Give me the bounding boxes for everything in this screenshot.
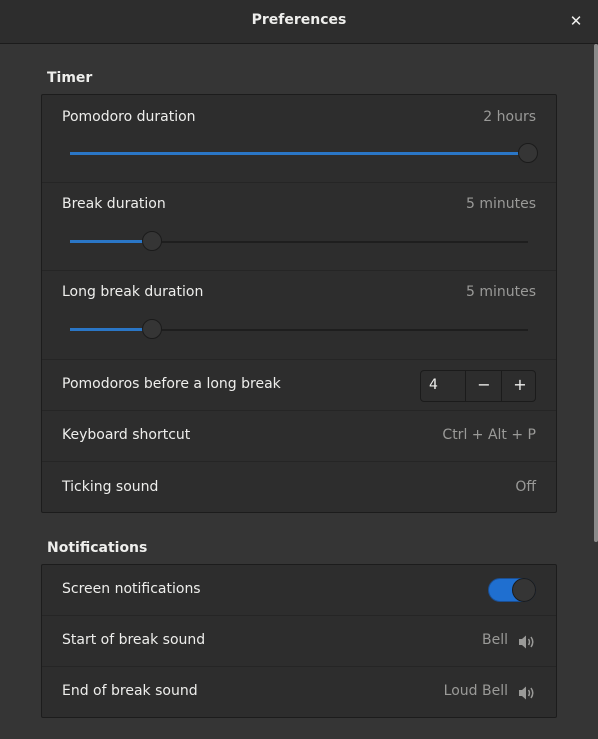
timer-list: Pomodoro duration 2 hours Break duration… xyxy=(41,94,557,513)
start-of-break-sound-value: Bell xyxy=(482,632,508,648)
slider-fill xyxy=(70,152,528,155)
pomodoro-duration-value: 2 hours xyxy=(483,109,536,125)
end-of-break-sound-label: End of break sound xyxy=(62,683,198,699)
screen-notifications-row: Screen notifications xyxy=(42,565,556,616)
pomodoro-duration-slider[interactable] xyxy=(70,143,538,165)
titlebar: Preferences ✕ xyxy=(0,0,598,44)
close-button[interactable]: ✕ xyxy=(568,11,584,31)
break-duration-value: 5 minutes xyxy=(465,196,536,212)
keyboard-shortcut-row[interactable]: Keyboard shortcut Ctrl + Alt + P xyxy=(42,411,556,462)
slider-fill xyxy=(70,328,152,331)
long-break-duration-slider[interactable] xyxy=(70,319,528,341)
pomodoros-before-long-break-row: Pomodoros before a long break 4 − + xyxy=(42,360,556,411)
long-break-duration-row: Long break duration 5 minutes xyxy=(42,271,556,360)
slider-knob[interactable] xyxy=(518,143,538,163)
end-of-break-sound-value: Loud Bell xyxy=(443,683,508,699)
close-icon: ✕ xyxy=(569,12,583,30)
notifications-section-title: Notifications xyxy=(47,540,148,556)
keyboard-shortcut-value: Ctrl + Alt + P xyxy=(442,427,536,443)
speaker-icon[interactable] xyxy=(518,685,536,701)
end-of-break-sound-row[interactable]: End of break sound Loud Bell xyxy=(42,667,556,717)
pomodoro-duration-row: Pomodoro duration 2 hours xyxy=(42,95,556,183)
increment-button[interactable]: + xyxy=(501,371,538,401)
window-title: Preferences xyxy=(251,12,347,28)
long-break-duration-value: 5 minutes xyxy=(465,284,536,300)
break-duration-slider[interactable] xyxy=(70,231,528,253)
scrollbar[interactable] xyxy=(594,44,598,542)
spin-value[interactable]: 4 xyxy=(429,377,438,393)
break-duration-row: Break duration 5 minutes xyxy=(42,183,556,271)
break-duration-label: Break duration xyxy=(62,196,166,212)
notifications-list: Screen notifications Start of break soun… xyxy=(41,564,557,718)
speaker-icon[interactable] xyxy=(518,634,536,650)
ticking-sound-label: Ticking sound xyxy=(62,479,159,495)
switch-knob xyxy=(512,578,536,602)
slider-fill xyxy=(70,240,152,243)
preferences-window: Preferences ✕ Timer Pomodoro duration 2 … xyxy=(0,0,598,739)
ticking-sound-row[interactable]: Ticking sound Off xyxy=(42,462,556,512)
slider-knob[interactable] xyxy=(142,319,162,339)
minus-icon: − xyxy=(477,375,491,394)
start-of-break-sound-label: Start of break sound xyxy=(62,632,206,648)
screen-notifications-label: Screen notifications xyxy=(62,581,201,597)
screen-notifications-switch[interactable] xyxy=(488,578,536,602)
keyboard-shortcut-label: Keyboard shortcut xyxy=(62,427,191,443)
pomodoros-before-long-break-label: Pomodoros before a long break xyxy=(62,376,281,392)
pomodoros-count-spinbutton[interactable]: 4 − + xyxy=(420,370,536,402)
slider-knob[interactable] xyxy=(142,231,162,251)
decrement-button[interactable]: − xyxy=(465,371,502,401)
long-break-duration-label: Long break duration xyxy=(62,284,204,300)
timer-section-title: Timer xyxy=(47,70,93,86)
plus-icon: + xyxy=(513,375,527,394)
ticking-sound-value: Off xyxy=(515,479,536,495)
start-of-break-sound-row[interactable]: Start of break sound Bell xyxy=(42,616,556,667)
pomodoro-duration-label: Pomodoro duration xyxy=(62,109,196,125)
